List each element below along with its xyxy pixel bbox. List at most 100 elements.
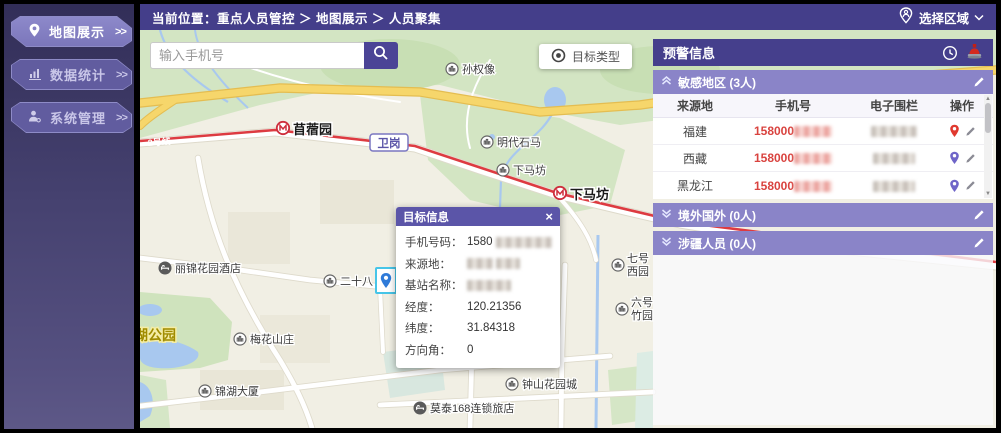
popup-body: 手机号码： 1580 来源地： 基站名称： 经度： 120.21356: [396, 226, 560, 368]
alarm-beacon-icon: [966, 43, 983, 62]
panel-body: [653, 255, 993, 425]
redacted-value: [873, 181, 915, 192]
redacted-value: [873, 153, 915, 164]
origin-cell: 西藏: [653, 150, 737, 167]
poi-label: 七号: [627, 252, 649, 265]
origin-cell: 黑龙江: [653, 177, 737, 194]
ops-cell: [939, 124, 985, 138]
breadcrumb: 当前位置：重点人员管控 ＞ 地图展示 ＞ 人员聚集: [152, 8, 441, 27]
clock-icon[interactable]: [942, 45, 958, 61]
edit-pencil-icon[interactable]: [973, 76, 985, 88]
sidebar-item-data-statistics[interactable]: 数据统计 >>: [11, 59, 132, 90]
sidebar-item-arrow: >>: [116, 69, 127, 81]
target-type-label: 目标类型: [572, 48, 620, 65]
poi-label: 钟山花园城: [522, 377, 577, 391]
poi-label: 竹园: [631, 308, 653, 322]
chevron-double-down-icon: [661, 236, 672, 250]
scroll-down-icon[interactable]: ▼: [985, 190, 991, 198]
station-label-muxuyuan: 苜蓿园: [293, 122, 332, 137]
popup-row-basestation: 基站名称：: [405, 277, 551, 293]
phone-cell: 158000: [737, 124, 849, 138]
target-info-popup: 目标信息 × 手机号码： 1580 来源地： 基站名称：: [396, 207, 560, 368]
poi-label: 下马坊: [513, 163, 546, 177]
edit-pencil-icon[interactable]: [965, 126, 976, 137]
metro-line-label: 2号线: [147, 135, 171, 148]
popup-header: 目标信息 ×: [396, 207, 560, 226]
search-button[interactable]: [364, 42, 398, 69]
sidebar-item-label: 数据统计: [50, 65, 106, 84]
close-icon[interactable]: ×: [545, 210, 553, 223]
phone-cell: 158000: [737, 151, 849, 165]
region-selector[interactable]: 选择区域: [898, 7, 984, 27]
main-area: 当前位置：重点人员管控 ＞ 地图展示 ＞ 人员聚集 选择区域: [140, 4, 996, 428]
scroll-up-icon[interactable]: ▲: [985, 95, 991, 103]
sidebar-item-label: 系统管理: [50, 108, 106, 127]
search-icon: [373, 45, 389, 66]
target-type-button[interactable]: 目标类型: [539, 44, 632, 69]
sidebar-item-arrow: >>: [116, 112, 127, 124]
scrollbar-thumb[interactable]: [985, 103, 991, 133]
map-area: 2号线 孙权像 明代石马 下马坊 丽锦花园酒店 二十八 梅花山庄 锦湖大厦 钟山…: [140, 30, 996, 428]
chevron-double-down-icon: [661, 208, 672, 222]
edit-pencil-icon[interactable]: [973, 209, 985, 221]
section-header-foreign[interactable]: 境外国外 (0人): [653, 203, 993, 227]
poi-label: 六号: [631, 296, 653, 309]
station-label-xiamafang: 下马坊: [570, 187, 609, 202]
sidebar-item-system-management[interactable]: 系统管理 >>: [11, 102, 132, 133]
redacted-value: [467, 258, 493, 269]
edit-pencil-icon[interactable]: [965, 180, 976, 191]
sidebar-item-map-display[interactable]: 地图展示 >>: [11, 16, 132, 47]
base-station-pin-icon: [379, 272, 393, 290]
popup-title: 目标信息: [403, 209, 449, 225]
alert-table: 来源地 手机号 电子围栏 操作 福建 158000: [653, 94, 993, 199]
poi-label: 明代石马: [497, 136, 541, 149]
poi-label: 莫泰168连锁旅店: [430, 401, 514, 415]
road-sign-weigang: 卫岗: [370, 134, 408, 151]
poi-label: 丽锦花园酒店: [175, 261, 241, 275]
sidebar-item-label: 地图展示: [49, 22, 105, 41]
warning-panel: 预警信息 敏感地区 (3: [653, 39, 993, 425]
map-pin-icon: [28, 23, 41, 41]
redacted-value: [794, 181, 832, 192]
table-row: 黑龙江 158000: [653, 172, 993, 199]
ops-cell: [939, 151, 985, 165]
popup-row-bearing: 方向角： 0: [405, 342, 551, 358]
poi-label: 锦湖大厦: [215, 384, 259, 398]
target-icon: [551, 48, 566, 66]
search-input[interactable]: [150, 42, 364, 69]
redacted-value: [496, 237, 552, 248]
redacted-value: [871, 126, 917, 137]
fence-cell: [849, 151, 939, 165]
edit-pencil-icon[interactable]: [965, 153, 976, 164]
locate-pin-icon[interactable]: [949, 151, 960, 165]
edit-pencil-icon[interactable]: [973, 237, 985, 249]
chevron-double-up-icon: [661, 75, 672, 89]
topbar: 当前位置：重点人员管控 ＞ 地图展示 ＞ 人员聚集 选择区域: [140, 4, 996, 30]
poi-label: 西园: [627, 265, 649, 278]
selected-base-station-marker[interactable]: [375, 267, 397, 294]
user-gear-icon: [28, 110, 42, 126]
popup-row-origin: 来源地：: [405, 256, 551, 272]
section-header-sensitive-region[interactable]: 敏感地区 (3人): [653, 70, 993, 94]
section-header-xinjiang[interactable]: 涉疆人员 (0人): [653, 231, 993, 255]
redacted-value: [794, 153, 832, 164]
table-scrollbar[interactable]: ▲ ▼: [984, 95, 992, 198]
poi-label: 二十八: [340, 274, 373, 288]
poi-label: 孙权像: [462, 63, 495, 76]
sidebar-item-arrow: >>: [115, 26, 126, 38]
locate-pin-icon[interactable]: [949, 124, 960, 138]
locate-pin-icon[interactable]: [949, 179, 960, 193]
phone-cell: 158000: [737, 179, 849, 193]
popup-row-longitude: 经度： 120.21356: [405, 299, 551, 315]
bar-chart-icon: [28, 67, 42, 83]
sidebar: 地图展示 >> 数据统计 >> 系统管理 >>: [4, 4, 134, 429]
redacted-value: [496, 258, 520, 269]
person-pin-icon: [898, 7, 914, 27]
park-label: 湖公园: [140, 327, 176, 343]
fence-cell: [849, 179, 939, 193]
origin-cell: 福建: [653, 123, 737, 140]
fence-cell: [849, 124, 939, 138]
table-header-row: 来源地 手机号 电子围栏 操作: [653, 94, 993, 118]
redacted-value: [794, 126, 832, 137]
ops-cell: [939, 179, 985, 193]
